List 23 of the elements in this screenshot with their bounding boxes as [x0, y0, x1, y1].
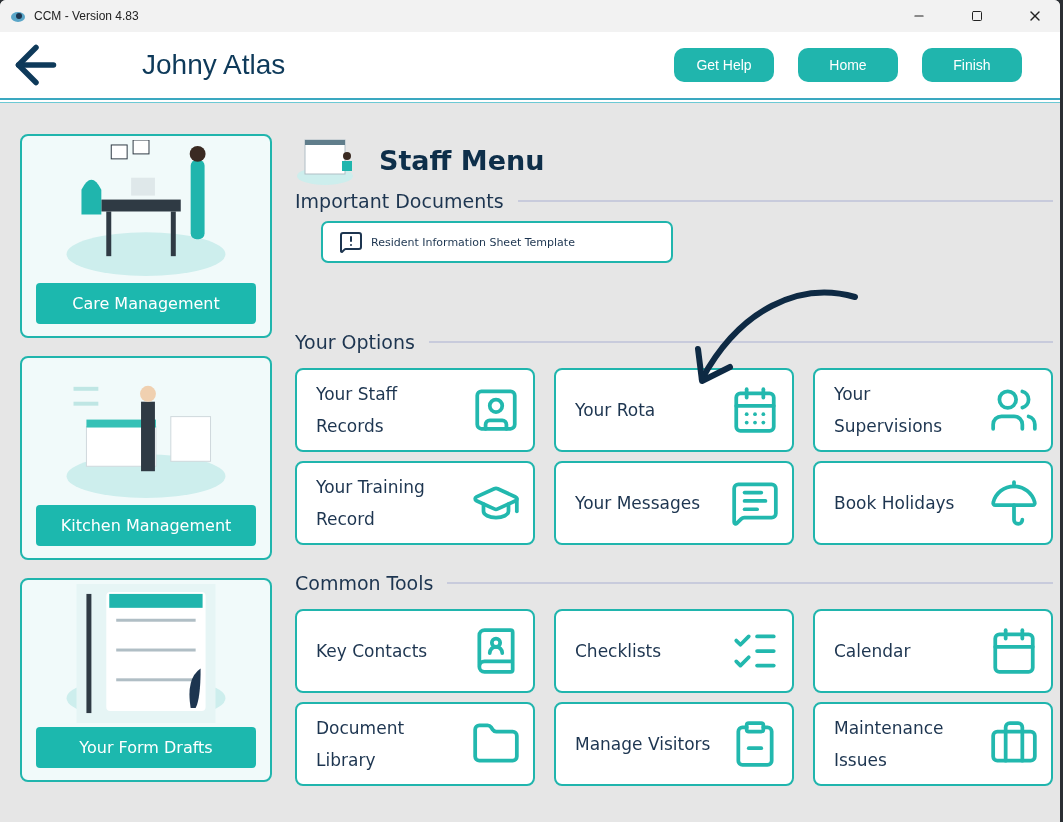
maximize-icon[interactable]: [971, 10, 983, 22]
menu-tile[interactable]: Your Training Record: [295, 461, 535, 545]
menu-tile[interactable]: Manage Visitors: [554, 702, 794, 786]
menu-tile[interactable]: Maintenance Issues: [813, 702, 1053, 786]
menu-tile[interactable]: Your Staff Records: [295, 368, 535, 452]
app-logo-icon: [10, 9, 26, 23]
menu-tile[interactable]: Calendar: [813, 609, 1053, 693]
page-title: Staff Menu: [379, 144, 545, 176]
document-link[interactable]: Resident Information Sheet Template: [321, 221, 673, 263]
menu-tile[interactable]: Checklists: [554, 609, 794, 693]
umbrella-icon: [989, 478, 1039, 528]
section-heading: Common Tools: [295, 572, 434, 594]
menu-tile[interactable]: Your Supervisions: [813, 368, 1053, 452]
section-heading: Important Documents: [295, 190, 504, 212]
section-heading: Your Options: [295, 331, 415, 353]
window-title: CCM - Version 4.83: [34, 9, 140, 23]
menu-tile[interactable]: Key Contacts: [295, 609, 535, 693]
alert-icon: [339, 230, 363, 254]
menu-tile[interactable]: Your Messages: [554, 461, 794, 545]
user-name: Johny Atlas: [142, 49, 287, 81]
menu-tile[interactable]: Document Library: [295, 702, 535, 786]
menu-tile[interactable]: Your Rota: [554, 368, 794, 452]
menu-tile[interactable]: Book Holidays: [813, 461, 1053, 545]
